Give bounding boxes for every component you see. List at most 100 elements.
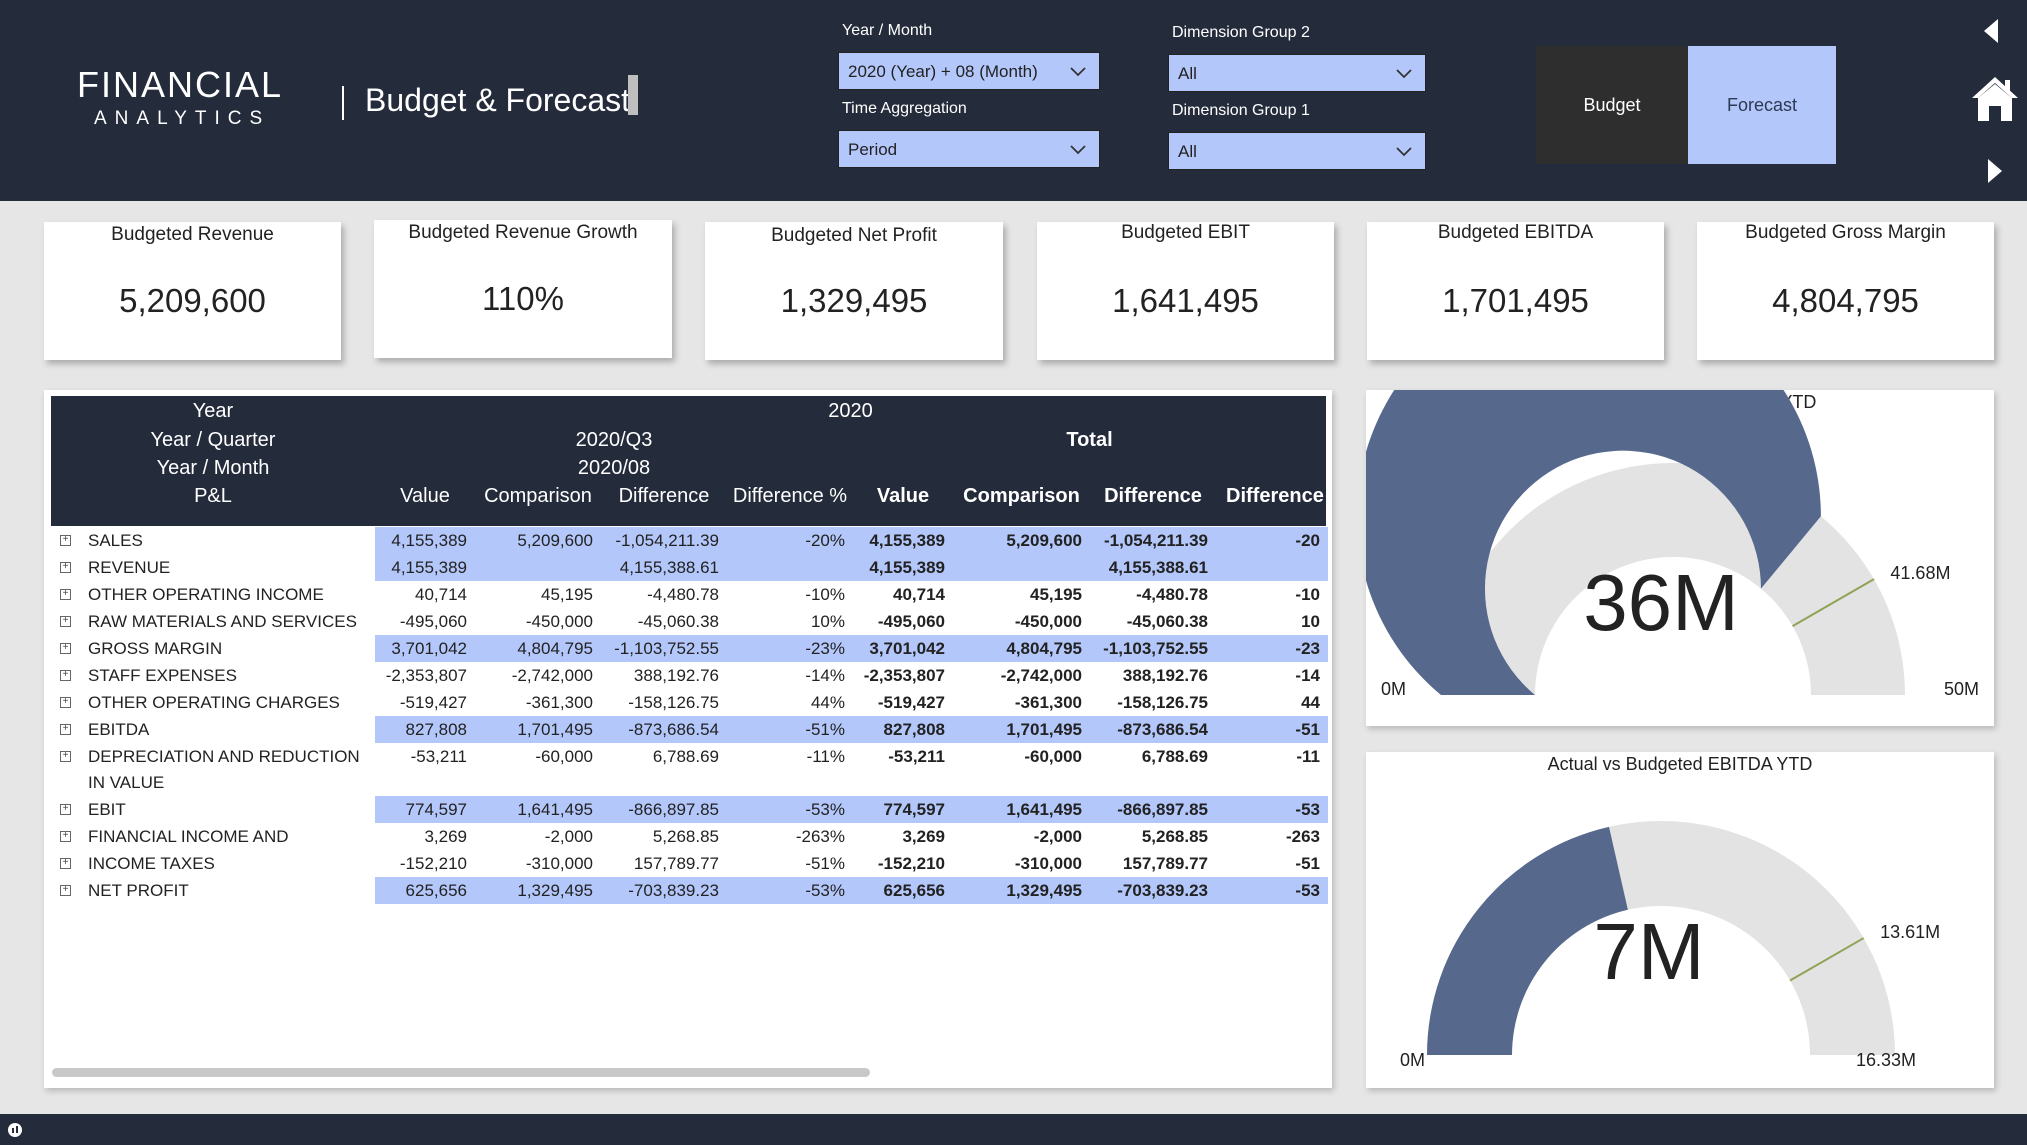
table-row[interactable]: + EBIT 774,597 1,641,495 -866,897.85 -53% 774,…: [44, 796, 1332, 823]
column-header-total-difference[interactable]: Difference: [1090, 485, 1216, 508]
table-row[interactable]: + RAW MATERIALS AND SERVICES -495,060 -450,…: [44, 608, 1332, 635]
expand-row-icon[interactable]: +: [60, 589, 71, 600]
table-cell: -11: [1296, 747, 1320, 766]
horizontal-scrollbar[interactable]: [52, 1068, 870, 1077]
table-row[interactable]: + NET PROFIT 625,656 1,329,495 -703,839.23 -5…: [44, 877, 1332, 904]
table-cell: 10%: [810, 612, 845, 631]
dimension-group-2-dropdown[interactable]: All: [1168, 54, 1426, 92]
table-cell: -152,210: [877, 854, 945, 873]
table-cell: -20: [1216, 527, 1328, 554]
expand-row-icon[interactable]: +: [60, 885, 71, 896]
expand-row-icon[interactable]: +: [60, 616, 71, 627]
table-cell: 1,329,495: [475, 877, 601, 904]
table-cell: -23%: [727, 635, 853, 662]
table-cell: [727, 554, 853, 581]
column-header-difference[interactable]: Difference: [601, 485, 727, 508]
table-cell: 5,268.85: [1141, 827, 1208, 846]
expand-row-icon[interactable]: +: [60, 804, 71, 815]
table-row[interactable]: + EBITDA 827,808 1,701,495 -873,686.54 -51% 82…: [44, 716, 1332, 743]
text-cursor: [628, 75, 638, 115]
table-cell: -158,126.75: [1117, 693, 1208, 712]
title-separator: [342, 86, 344, 120]
table-row[interactable]: + REVENUE 4,155,389 4,155,388.61 4,155,389 4,…: [44, 554, 1332, 581]
table-cell: -1,054,211.39: [601, 527, 727, 554]
kpi-label: Budgeted EBITDA: [1437, 222, 1594, 243]
table-cell: 44: [1301, 693, 1320, 712]
column-header-total-value[interactable]: Value: [853, 485, 953, 508]
column-header-comparison[interactable]: Comparison: [475, 485, 601, 508]
column-header-difference-pct[interactable]: Difference %: [727, 485, 853, 508]
expand-row-icon[interactable]: +: [60, 697, 71, 708]
pl-matrix-table[interactable]: Year 2020 Year / Quarter 2020/Q3 Total Y…: [44, 390, 1332, 1088]
kpi-value: 1,701,495: [1442, 282, 1589, 319]
expand-row-icon[interactable]: +: [60, 643, 71, 654]
table-cell: -450,000: [525, 612, 593, 631]
kpi-card-budgeted-revenue: Budgeted Revenue 5,209,600: [44, 222, 341, 360]
home-icon[interactable]: [1970, 74, 2020, 124]
row-label: STAFF EXPENSES: [88, 666, 237, 685]
table-cell: -11%: [806, 747, 845, 766]
expand-row-icon[interactable]: +: [60, 562, 71, 573]
back-arrow-icon[interactable]: [1982, 18, 2000, 44]
table-cell: 3,701,042: [375, 635, 475, 662]
table-row[interactable]: + OTHER OPERATING INCOME 40,714 45,195 -4,48…: [44, 581, 1332, 608]
expand-row-icon[interactable]: +: [60, 858, 71, 869]
revenue-gauge-panel: Actual vs Budgeted Revenue YTD 41.68M36M…: [1366, 390, 1994, 726]
table-row[interactable]: + DEPRECIATION AND REDUCTION IN VALUE -53,2…: [44, 743, 1332, 796]
table-cell: 4,804,795: [475, 635, 601, 662]
table-row[interactable]: + GROSS MARGIN 3,701,042 4,804,795 -1,103,75…: [44, 635, 1332, 662]
forecast-toggle-button[interactable]: Forecast: [1688, 46, 1836, 164]
budget-toggle-button[interactable]: Budget: [1536, 46, 1688, 164]
row-label: EBITDA: [88, 720, 150, 739]
time-aggregation-label: Time Aggregation: [842, 100, 967, 117]
table-cell: 5,268.85: [652, 827, 719, 846]
table-cell: -2,000: [1033, 827, 1082, 846]
table-cell: 625,656: [853, 877, 953, 904]
dimension-group-2-label: Dimension Group 2: [1172, 24, 1310, 41]
table-cell: 388,192.76: [633, 666, 719, 685]
expand-row-icon[interactable]: +: [60, 724, 71, 735]
row-label: SALES: [88, 531, 143, 550]
kpi-label: Budgeted Revenue: [111, 224, 274, 245]
year-month-value: 2020 (Year) + 08 (Month): [848, 62, 1038, 81]
table-cell: -703,839.23: [601, 877, 727, 904]
kpi-card-budgeted-gross-margin: Budgeted Gross Margin 4,804,795: [1697, 222, 1994, 360]
table-cell: -519,427: [877, 693, 945, 712]
month-row-label: Year / Month: [156, 457, 270, 479]
table-cell: 1,701,495: [475, 716, 601, 743]
kpi-value: 5,209,600: [119, 282, 266, 319]
table-cell: 827,808: [375, 716, 475, 743]
year-month-dropdown[interactable]: 2020 (Year) + 08 (Month): [838, 52, 1100, 90]
column-header-value[interactable]: Value: [375, 485, 475, 508]
expand-row-icon[interactable]: +: [60, 831, 71, 842]
dimension-group-1-dropdown[interactable]: All: [1168, 132, 1426, 170]
table-cell: 44%: [810, 693, 845, 712]
table-cell: 1,641,495: [953, 796, 1090, 823]
column-header-total-comparison[interactable]: Comparison: [953, 485, 1090, 508]
year-value: 2020: [828, 400, 873, 422]
gauge-min-label: 0M: [1400, 1050, 1425, 1070]
table-row[interactable]: + STAFF EXPENSES -2,353,807 -2,742,000 388,1…: [44, 662, 1332, 689]
table-cell: -873,686.54: [1090, 716, 1216, 743]
year-row-label: Year: [192, 400, 234, 422]
table-cell: -310,000: [1014, 854, 1082, 873]
expand-row-icon[interactable]: +: [60, 670, 71, 681]
table-row[interactable]: + SALES 4,155,389 5,209,600 -1,054,211.39 -20…: [44, 527, 1332, 554]
forward-arrow-icon[interactable]: [1986, 158, 2004, 184]
column-header-total-difference-pct[interactable]: Difference: [1216, 485, 1328, 508]
powerbi-logo-icon[interactable]: [7, 1122, 23, 1138]
pl-column-header: P&L: [194, 485, 232, 507]
kpi-card-budgeted-net-profit: Budgeted Net Profit 1,329,495: [705, 222, 1003, 360]
time-aggregation-dropdown[interactable]: Period: [838, 130, 1100, 168]
expand-row-icon[interactable]: +: [60, 535, 71, 546]
table-row[interactable]: + OTHER OPERATING CHARGES -519,427 -361,300…: [44, 689, 1332, 716]
table-row[interactable]: + FINANCIAL INCOME AND 3,269 -2,000 5,268.85…: [44, 823, 1332, 850]
kpi-card-budgeted-ebit: Budgeted EBIT 1,641,495: [1037, 222, 1334, 360]
table-cell: 6,788.69: [1141, 747, 1208, 766]
gauge-max-label: 16.33M: [1856, 1050, 1916, 1070]
table-cell: -20%: [727, 527, 853, 554]
kpi-label: Budgeted Gross Margin: [1745, 222, 1946, 243]
expand-row-icon[interactable]: +: [60, 751, 71, 762]
table-row[interactable]: + INCOME TAXES -152,210 -310,000 157,789.77 -…: [44, 850, 1332, 877]
quarter-value: 2020/Q3: [575, 429, 653, 451]
